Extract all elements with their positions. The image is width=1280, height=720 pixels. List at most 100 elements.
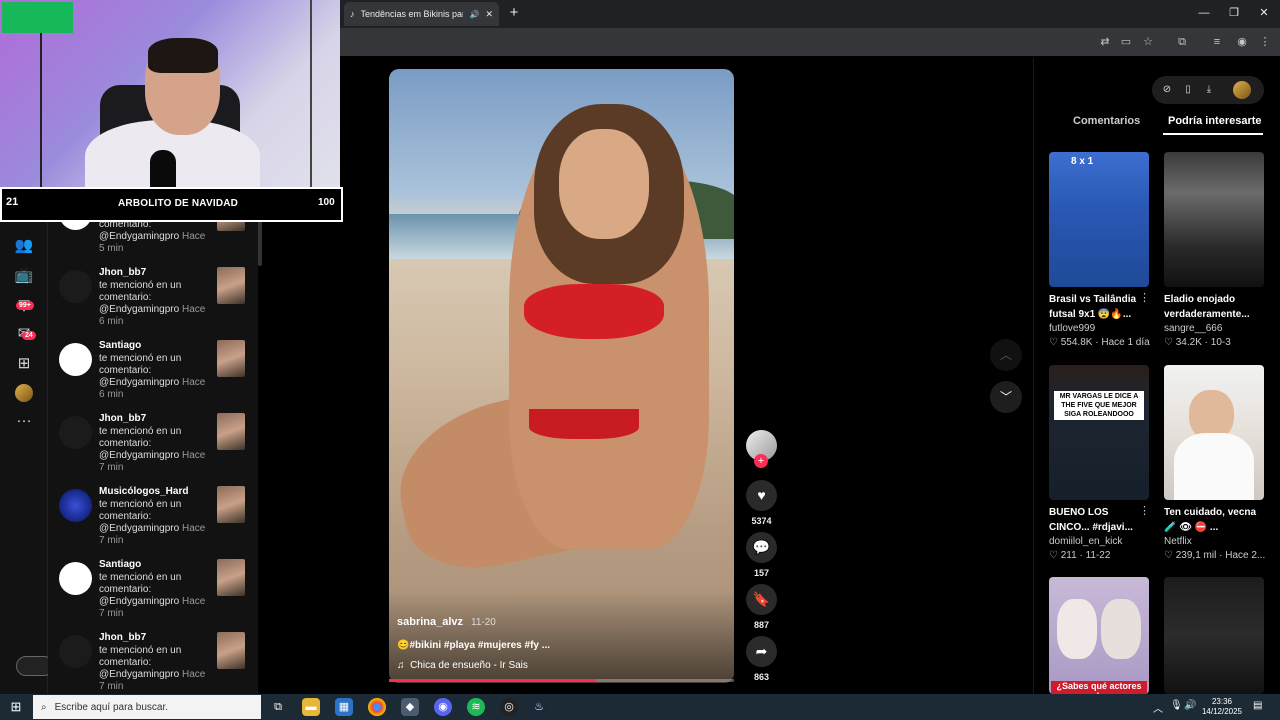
card-thumbnail: ¿Sabes qué actores de xyxy=(1049,577,1149,694)
suggested-card[interactable]: Eladio enojado verdaderamente... sangre_… xyxy=(1164,152,1264,352)
card-title: BUENO LOS CINCO... #rdjavi... xyxy=(1049,507,1133,533)
chrome-icon[interactable] xyxy=(368,698,386,716)
card-author[interactable]: Netflix xyxy=(1164,536,1192,547)
mobile-icon[interactable]: ▯ xyxy=(1181,83,1195,97)
video-description[interactable]: 😊#bikini #playa #mujeres #fy ... xyxy=(397,640,550,651)
card-author[interactable]: futlove999 xyxy=(1049,323,1095,334)
notification-avatar[interactable] xyxy=(59,562,92,595)
notification-avatar[interactable] xyxy=(59,270,92,303)
notification-thumbnail[interactable] xyxy=(217,486,245,523)
save-button[interactable]: 🔖 xyxy=(746,584,777,615)
suggested-card[interactable]: 8 x 1 Brasil vs Tailândia futsal 9x1 😨🔥.… xyxy=(1049,152,1150,352)
notification-username[interactable]: Jhon_bb7 xyxy=(99,413,146,424)
store-icon[interactable]: ▦ xyxy=(335,698,353,716)
live-icon[interactable]: 📺 xyxy=(14,266,34,286)
obs-icon[interactable]: ◎ xyxy=(500,698,518,716)
notification-item[interactable]: Santiago te mencionó en un comentario: @E… xyxy=(48,559,258,632)
notification-avatar[interactable] xyxy=(59,416,92,449)
next-video-button[interactable]: ﹀ xyxy=(990,381,1022,413)
address-bar[interactable] xyxy=(340,28,1280,56)
task-view-icon[interactable]: ⧉ xyxy=(269,698,287,716)
notification-text: te mencionó en un comentario: @Endygamin… xyxy=(99,353,206,400)
notification-avatar[interactable] xyxy=(59,343,92,376)
close-window-button[interactable]: ✕ xyxy=(1249,4,1279,22)
tab-suggested[interactable]: Podría interesarte xyxy=(1168,115,1262,127)
extensions-icon[interactable]: ⧉ xyxy=(1174,34,1190,50)
heart-outline-icon: ♡ xyxy=(1049,550,1058,561)
autoscroll-icon[interactable]: ⊘ xyxy=(1160,83,1174,97)
share-button[interactable]: ➦ xyxy=(746,636,777,667)
card-thumbnail xyxy=(1164,365,1264,500)
new-tab-button[interactable]: + xyxy=(505,4,523,22)
file-explorer-icon[interactable]: ▬ xyxy=(302,698,320,716)
system-clock[interactable]: 23:36 14/12/2025 xyxy=(1200,697,1244,717)
card-author[interactable]: sangre__666 xyxy=(1164,323,1222,334)
notification-username[interactable]: Santiago xyxy=(99,559,141,570)
cast-icon[interactable]: ▭ xyxy=(1118,34,1134,50)
notification-thumbnail[interactable] xyxy=(217,559,245,596)
taskbar-search[interactable]: ⌕ Escribe aquí para buscar. xyxy=(33,695,261,719)
card-more-icon[interactable]: ⋮ xyxy=(1139,291,1150,304)
card-overlay-text: MR VARGAS LE DICE A THE FIVE QUE MEJOR S… xyxy=(1054,391,1144,420)
tab-comments[interactable]: Comentarios xyxy=(1073,115,1140,127)
suggested-card[interactable]: Ten cuidado, vecna 🧪 👁 ⛔ ... Netflix ♡ 2… xyxy=(1164,365,1265,565)
browser-tab[interactable]: ♪ Tendências em Bikinis para 🔊 ✕ xyxy=(344,2,499,26)
minimize-button[interactable]: — xyxy=(1189,4,1219,22)
steam-icon[interactable]: ♨ xyxy=(530,698,548,716)
microphone-icon[interactable]: 🎙 xyxy=(1170,700,1183,711)
card-title: Brasil vs Tailândia futsal 9x1 😨🔥... xyxy=(1049,294,1137,320)
notification-thumbnail[interactable] xyxy=(217,340,245,377)
notification-thumbnail[interactable] xyxy=(217,632,245,669)
notification-username[interactable]: Musicólogos_Hard xyxy=(99,486,188,497)
follow-plus-icon[interactable]: + xyxy=(754,454,768,468)
spotify-icon[interactable]: ≋ xyxy=(467,698,485,716)
notification-item[interactable]: Jhon_bb7 te mencionó en un comentario: @E… xyxy=(48,413,258,486)
volume-icon[interactable]: 🔊 xyxy=(1184,700,1196,711)
card-author[interactable]: domiilol_en_kick xyxy=(1049,536,1122,547)
suggested-card[interactable]: ¿Sabes qué actores de xyxy=(1049,577,1149,694)
windows-start-icon[interactable]: ⊞ xyxy=(8,699,24,715)
panel-avatar[interactable] xyxy=(1233,81,1251,99)
notification-item[interactable]: Musicólogos_Hard te mencionó en un coment… xyxy=(48,486,258,559)
close-tab-icon[interactable]: ✕ xyxy=(485,9,493,20)
suggested-card[interactable] xyxy=(1164,577,1264,694)
card-more-icon[interactable]: ⋮ xyxy=(1139,504,1150,517)
notification-thumbnail[interactable] xyxy=(217,267,245,304)
save-count: 887 xyxy=(753,620,770,630)
more-icon[interactable]: ··· xyxy=(14,411,34,431)
notification-username[interactable]: Santiago xyxy=(99,340,141,351)
tray-chevron-icon[interactable]: ︿ xyxy=(1153,700,1163,715)
suggested-card[interactable]: MR VARGAS LE DICE A THE FIVE QUE MEJOR S… xyxy=(1049,365,1149,565)
notification-username[interactable]: Jhon_bb7 xyxy=(99,267,146,278)
download-icon[interactable]: ⤓ xyxy=(1202,83,1216,97)
discord-icon[interactable]: ◉ xyxy=(434,698,452,716)
app-icon[interactable]: ◆ xyxy=(401,698,419,716)
comment-button[interactable]: 💬 xyxy=(746,532,777,563)
video-author[interactable]: sabrina_alvz xyxy=(397,616,463,628)
notification-item[interactable]: Jhon_bb7 te mencionó en un comentario: @E… xyxy=(48,267,258,340)
chevron-up-icon: ︿ xyxy=(999,348,1012,362)
previous-video-button[interactable]: ︿ xyxy=(990,339,1022,371)
video-music[interactable]: ♫ Chica de ensueño - Ir Sais xyxy=(397,660,528,671)
card-title: Eladio enojado verdaderamente... xyxy=(1164,294,1250,320)
profile-icon[interactable]: ◉ xyxy=(1234,34,1250,50)
menu-icon[interactable]: ⋮ xyxy=(1257,34,1273,50)
notification-center-icon[interactable]: ▤ xyxy=(1253,700,1262,711)
notification-avatar[interactable] xyxy=(59,489,92,522)
following-icon[interactable]: 👥 xyxy=(14,236,34,256)
star-icon[interactable]: ☆ xyxy=(1140,34,1156,50)
like-button[interactable]: ♥ xyxy=(746,480,777,511)
speaker-icon[interactable]: 🔊 xyxy=(469,10,479,19)
translate-icon[interactable]: ⇄ xyxy=(1097,34,1113,50)
notification-item[interactable]: Jhon_bb7 te mencionó en un comentario: @E… xyxy=(48,632,258,694)
notification-username[interactable]: Jhon_bb7 xyxy=(99,632,146,643)
notification-item[interactable]: Santiago te mencionó en un comentario: @E… xyxy=(48,340,258,413)
upload-icon[interactable]: ⊞ xyxy=(14,354,34,374)
notification-avatar[interactable] xyxy=(59,635,92,668)
comment-icon: 💬 xyxy=(752,539,771,555)
restore-button[interactable]: ❐ xyxy=(1219,4,1249,22)
media-icon[interactable]: ≡ xyxy=(1209,34,1225,50)
profile-avatar[interactable] xyxy=(15,384,33,402)
messages-badge: 24 xyxy=(22,331,36,340)
notification-thumbnail[interactable] xyxy=(217,413,245,450)
